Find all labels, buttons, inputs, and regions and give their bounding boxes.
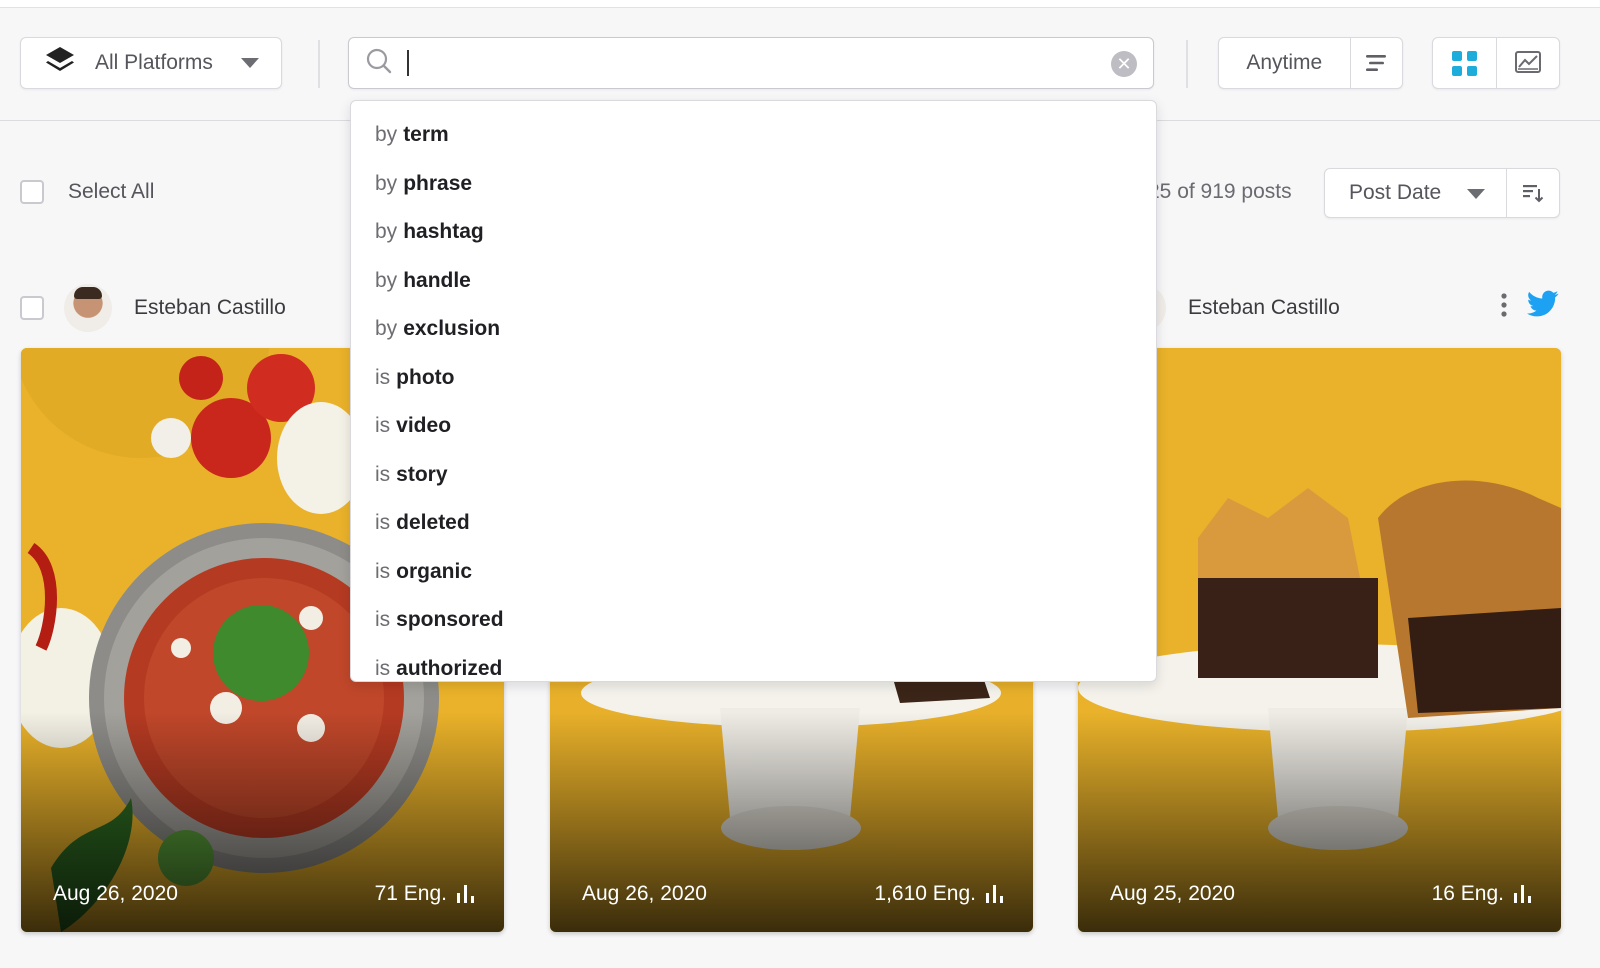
time-range-dropdown[interactable]: Anytime — [1219, 51, 1350, 75]
chevron-down-icon — [241, 58, 259, 68]
sort-descending-icon[interactable] — [1507, 181, 1559, 205]
bar-chart-icon — [1514, 885, 1531, 903]
time-range-group: Anytime — [1218, 37, 1403, 89]
more-vertical-icon[interactable] — [1500, 292, 1508, 323]
suggestion-item[interactable]: by phrase — [351, 160, 1156, 209]
post-date: Aug 25, 2020 — [1110, 882, 1235, 905]
toolbar-divider — [1186, 40, 1188, 88]
suggestion-item[interactable]: is photo — [351, 354, 1156, 403]
engagement-count: 71 Eng. — [375, 882, 474, 906]
suggestion-item[interactable]: is story — [351, 451, 1156, 500]
view-toggle-group — [1432, 37, 1560, 89]
post-date: Aug 26, 2020 — [582, 882, 707, 905]
post-checkbox[interactable] — [20, 296, 44, 320]
post-count: 25 of 919 posts — [1148, 180, 1292, 203]
top-border — [0, 0, 1600, 8]
suggestion-item[interactable]: is video — [351, 402, 1156, 451]
toolbar-divider — [318, 40, 320, 88]
chart-view-button[interactable] — [1497, 37, 1560, 89]
clear-circle-icon[interactable]: ✕ — [1111, 51, 1137, 77]
avatar — [64, 284, 112, 332]
select-all-label: Select All — [68, 180, 155, 203]
suggestion-item[interactable]: is authorized — [351, 645, 1156, 694]
engagement-count: 1,610 Eng. — [874, 882, 1003, 906]
bar-chart-icon — [986, 885, 1003, 903]
text-cursor — [407, 50, 409, 76]
chevron-down-icon — [1467, 189, 1485, 199]
platform-dropdown[interactable]: All Platforms — [20, 37, 282, 89]
bar-chart-icon — [457, 885, 474, 903]
engagement-label: 1,610 Eng. — [874, 882, 976, 905]
select-all-checkbox[interactable] — [20, 180, 44, 204]
search-input[interactable]: ✕ — [348, 37, 1154, 89]
filter-lines-icon[interactable] — [1351, 53, 1402, 73]
chart-view-icon — [1514, 51, 1541, 73]
suggestion-item[interactable]: is deleted — [351, 499, 1156, 548]
author-name[interactable]: Esteban Castillo — [134, 296, 286, 320]
author-name[interactable]: Esteban Castillo — [1188, 296, 1340, 320]
suggestion-item[interactable]: by exclusion — [351, 305, 1156, 354]
twitter-icon — [1527, 290, 1559, 323]
grid-view-button[interactable] — [1433, 37, 1496, 89]
grid-view-icon — [1451, 50, 1477, 76]
engagement-label: 16 Eng. — [1431, 882, 1504, 905]
platform-dropdown-label: All Platforms — [95, 51, 213, 74]
engagement-count: 16 Eng. — [1432, 882, 1531, 906]
search-icon — [365, 47, 393, 80]
suggestion-item[interactable]: by term — [351, 111, 1156, 160]
sort-control: Post Date — [1324, 168, 1560, 218]
engagement-label: 71 Eng. — [374, 882, 447, 905]
post-date: Aug 26, 2020 — [53, 882, 178, 905]
suggestion-item[interactable]: is organic — [351, 548, 1156, 597]
content-library-page: All Platforms ✕ Anytime Select All 25 of… — [0, 0, 1600, 968]
post-header: Esteban Castillo — [20, 284, 286, 332]
suggestion-item[interactable]: is sponsored — [351, 596, 1156, 645]
suggestion-item[interactable]: by hashtag — [351, 208, 1156, 257]
layers-icon — [43, 44, 77, 83]
suggestion-item[interactable]: by handle — [351, 257, 1156, 306]
search-suggestions-menu: by term by phrase by hashtag by handle by exc… — [350, 100, 1157, 682]
select-all[interactable]: Select All — [20, 180, 154, 204]
